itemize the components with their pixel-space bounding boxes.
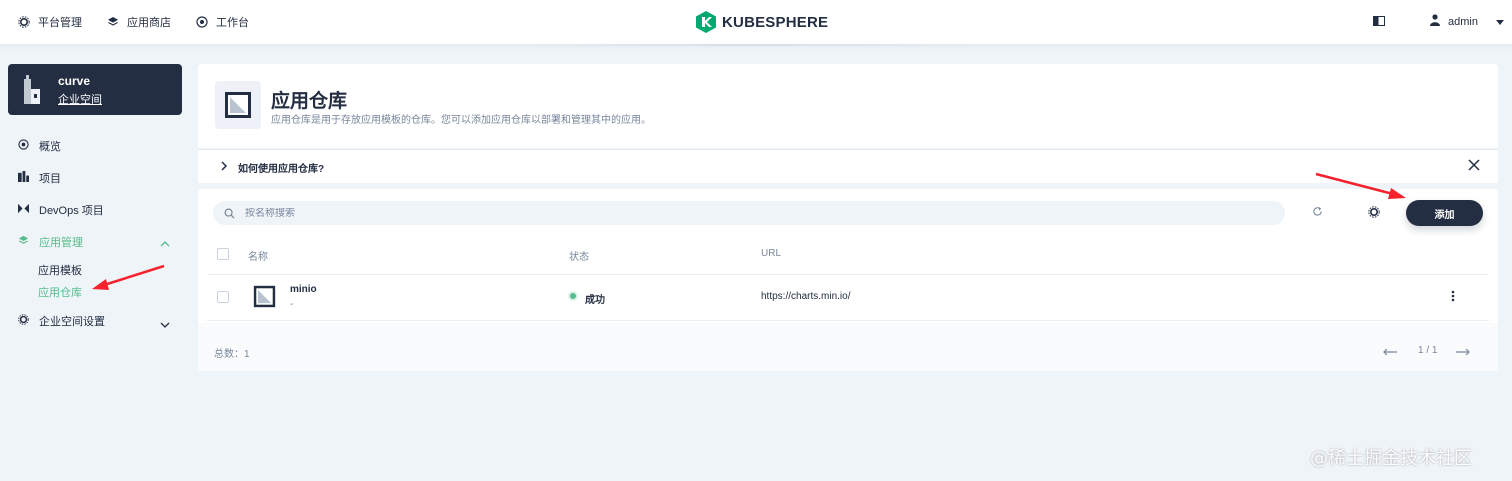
search-icon: [224, 208, 235, 219]
row-divider: [207, 274, 1489, 275]
dashboard-icon: [196, 16, 208, 28]
user-name: admin: [1448, 15, 1478, 28]
workspace-name: curve: [58, 74, 91, 88]
sidebar-item-devops[interactable]: DevOps 项目: [18, 202, 104, 218]
gear-icon[interactable]: [1368, 206, 1380, 221]
repo-description: -: [290, 299, 294, 310]
devops-icon: [18, 203, 29, 217]
building-icon: [22, 75, 42, 107]
sidebar-sub-app-templates[interactable]: 应用模板: [38, 262, 82, 278]
logo-text: KUBESPHERE: [722, 13, 829, 31]
row-checkbox[interactable]: [217, 291, 229, 303]
page-title: 应用仓库: [271, 91, 348, 112]
status-dot: [570, 293, 576, 299]
add-button[interactable]: 添加: [1406, 200, 1483, 226]
nav-platform-label: 平台管理: [38, 17, 82, 29]
repo-url: https://charts.min.io/: [761, 291, 851, 302]
nav-app-store[interactable]: 应用商店: [107, 14, 171, 30]
dashboard-icon: [18, 139, 29, 153]
gear-icon: [18, 314, 29, 328]
chevron-down-icon[interactable]: [160, 317, 170, 331]
help-toggle-text[interactable]: 如何使用应用仓库?: [238, 160, 324, 175]
nav-platform-management[interactable]: 平台管理: [18, 14, 82, 30]
arrow-left-icon[interactable]: [1383, 345, 1397, 359]
layout-toggle-icon[interactable]: [1373, 15, 1385, 29]
refresh-icon[interactable]: [1312, 206, 1323, 220]
sidebar-sub-app-repos[interactable]: 应用仓库: [38, 284, 82, 300]
kubesphere-logo[interactable]: KUBESPHERE: [696, 11, 828, 33]
sidebar-item-label: 项目: [39, 173, 61, 185]
sidebar-item-projects[interactable]: 项目: [18, 170, 61, 186]
table-footer: 总数：1 1 / 1: [198, 323, 1498, 371]
total-count: 总数：1: [214, 349, 250, 360]
chevron-right-icon[interactable]: [220, 160, 228, 174]
gear-icon: [18, 16, 30, 28]
repo-list-card: 添加 名称 状态 URL minio - 成功 https://charts.m…: [198, 189, 1498, 371]
sidebar-item-label: 企业空间设置: [39, 316, 105, 328]
column-header-url: URL: [761, 248, 782, 259]
more-options-icon[interactable]: [1451, 290, 1455, 305]
repo-icon: [215, 81, 261, 129]
kubesphere-logo-icon: [696, 11, 716, 33]
nav-appstore-label: 应用商店: [127, 17, 171, 29]
help-bar: 如何使用应用仓库?: [198, 149, 1498, 183]
status-badge: 成功: [585, 295, 605, 306]
topbar-divider: [520, 44, 980, 46]
sidebar-item-app-management[interactable]: 应用管理: [18, 234, 83, 250]
select-all-checkbox[interactable]: [217, 248, 229, 260]
stack-icon: [107, 16, 119, 28]
sidebar-item-label: DevOps 项目: [39, 205, 104, 217]
sidebar-item-label: 应用管理: [39, 237, 83, 249]
top-bar: 平台管理 应用商店 工作台 KUBESPHERE admin: [0, 0, 1512, 44]
chevron-up-icon[interactable]: [160, 236, 170, 250]
arrow-right-icon[interactable]: [1456, 345, 1470, 359]
workspace-card[interactable]: curve 企业空间: [8, 64, 182, 115]
caret-down-icon: [1495, 16, 1504, 28]
user-menu[interactable]: admin: [1430, 14, 1504, 29]
repo-icon: [253, 285, 276, 308]
column-header-name: 名称: [248, 252, 268, 263]
page-description: 应用仓库是用于存放应用模板的仓库。您可以添加应用仓库以部署和管理其中的应用。: [271, 115, 651, 126]
search-input[interactable]: [245, 207, 1145, 219]
user-icon: [1430, 14, 1440, 29]
page-indicator: 1 / 1: [1418, 345, 1438, 356]
sidebar-item-workspace-settings[interactable]: 企业空间设置: [18, 313, 105, 329]
sidebar-item-overview[interactable]: 概览: [18, 138, 61, 154]
sidebar-item-label: 概览: [39, 141, 61, 153]
nav-workbench[interactable]: 工作台: [196, 14, 249, 30]
annotation-arrow-sidebar: [92, 264, 165, 290]
row-divider: [207, 320, 1489, 321]
project-icon: [18, 171, 29, 185]
nav-workbench-label: 工作台: [216, 17, 249, 29]
column-header-status: 状态: [569, 252, 589, 263]
search-bar[interactable]: [213, 201, 1285, 225]
watermark: @稀土掘金技术社区: [1310, 448, 1472, 469]
close-icon[interactable]: [1468, 159, 1480, 174]
page-header: 应用仓库 应用仓库是用于存放应用模板的仓库。您可以添加应用仓库以部署和管理其中的…: [198, 64, 1498, 148]
stack-icon: [18, 235, 29, 249]
workspace-type[interactable]: 企业空间: [58, 91, 102, 107]
repo-name[interactable]: minio: [290, 284, 317, 295]
